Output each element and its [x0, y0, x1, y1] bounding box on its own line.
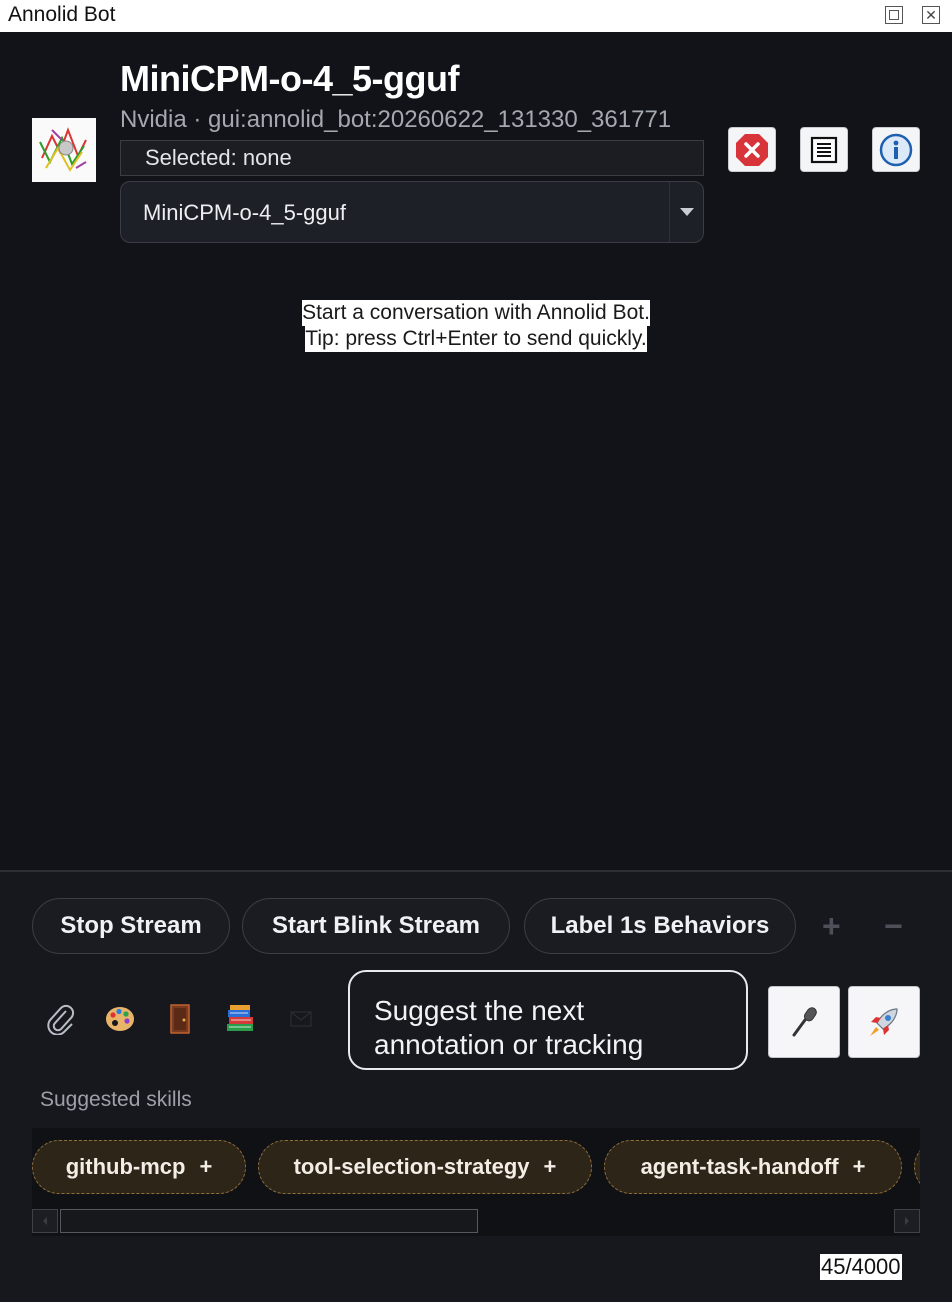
scroll-left-button[interactable] — [32, 1209, 58, 1233]
window-titlebar: Annolid Bot ✕ — [0, 0, 952, 32]
skill-chip-github-mcp[interactable]: github-mcp + — [32, 1140, 246, 1194]
scrollbar-thumb[interactable] — [60, 1209, 478, 1233]
add-skill-icon: + — [199, 1154, 213, 1179]
skill-chip-overflow[interactable] — [914, 1140, 920, 1194]
palette-icon[interactable] — [103, 1002, 137, 1036]
model-dropdown-value: MiniCPM-o-4_5-gguf — [143, 200, 346, 225]
start-blink-stream-button[interactable]: Start Blink Stream — [242, 898, 510, 954]
empty-state-hint: Start a conversation with Annolid Bot. T… — [276, 300, 676, 352]
label-behaviors-button[interactable]: Label 1s Behaviors — [524, 898, 796, 954]
chevron-right-icon — [905, 1217, 909, 1225]
scroll-right-button[interactable] — [894, 1209, 920, 1233]
envelope-icon — [284, 1002, 318, 1036]
paperclip-icon[interactable] — [44, 1002, 78, 1036]
skills-strip: github-mcp + tool-selection-strategy + a… — [32, 1128, 920, 1236]
window-title: Annolid Bot — [8, 3, 116, 26]
info-button[interactable] — [872, 127, 920, 172]
close-window-button[interactable]: ✕ — [922, 6, 940, 24]
door-icon[interactable] — [163, 1002, 197, 1036]
model-title: MiniCPM-o-4_5-gguf — [120, 58, 459, 99]
avatar — [32, 118, 96, 182]
transcript-button[interactable] — [800, 127, 848, 172]
skill-chip-label: github-mcp — [65, 1154, 186, 1179]
hint-line-2: Tip: press Ctrl+Enter to send quickly. — [305, 326, 647, 352]
books-icon[interactable] — [223, 1002, 257, 1036]
stop-icon — [736, 133, 768, 166]
voice-input-button[interactable] — [768, 986, 840, 1058]
composer-panel: Stop Stream Start Blink Stream Label 1s … — [0, 870, 952, 1302]
stop-stream-button[interactable]: Stop Stream — [32, 898, 230, 954]
info-icon — [879, 133, 913, 166]
skill-chip-agent-task-handoff[interactable]: agent-task-handoff + — [604, 1140, 902, 1194]
send-button[interactable] — [848, 986, 920, 1058]
document-list-icon — [810, 136, 838, 163]
add-skill-icon: + — [852, 1154, 866, 1179]
session-subtitle: Nvidia · gui:annolid_bot:20260622_131330… — [120, 106, 672, 133]
message-input[interactable]: Suggest the next annotation or tracking — [348, 970, 748, 1070]
selection-status: Selected: none — [120, 140, 704, 176]
skill-chip-tool-selection-strategy[interactable]: tool-selection-strategy + — [258, 1140, 592, 1194]
restore-window-button[interactable] — [885, 6, 903, 24]
rocket-icon — [870, 1008, 898, 1036]
chevron-left-icon — [43, 1217, 47, 1225]
skill-chip-label: agent-task-handoff — [640, 1154, 839, 1179]
remove-action-button[interactable]: − — [884, 908, 903, 945]
microphone-icon — [792, 1007, 817, 1037]
model-dropdown[interactable]: MiniCPM-o-4_5-gguf — [120, 181, 704, 243]
stop-button[interactable] — [728, 127, 776, 172]
add-skill-icon: + — [543, 1154, 557, 1179]
add-action-button[interactable]: + — [822, 908, 841, 945]
skills-scrollbar[interactable] — [32, 1208, 920, 1234]
message-input-text[interactable]: Suggest the next annotation or tracking — [374, 994, 694, 1062]
skills-label: Suggested skills — [40, 1088, 192, 1111]
hint-line-1: Start a conversation with Annolid Bot. — [302, 300, 650, 326]
chat-panel: MiniCPM-o-4_5-gguf Nvidia · gui:annolid_… — [0, 32, 952, 870]
skill-chip-label: tool-selection-strategy — [293, 1154, 530, 1179]
character-counter: 45/4000 — [820, 1254, 902, 1280]
chevron-down-icon[interactable] — [669, 182, 703, 242]
